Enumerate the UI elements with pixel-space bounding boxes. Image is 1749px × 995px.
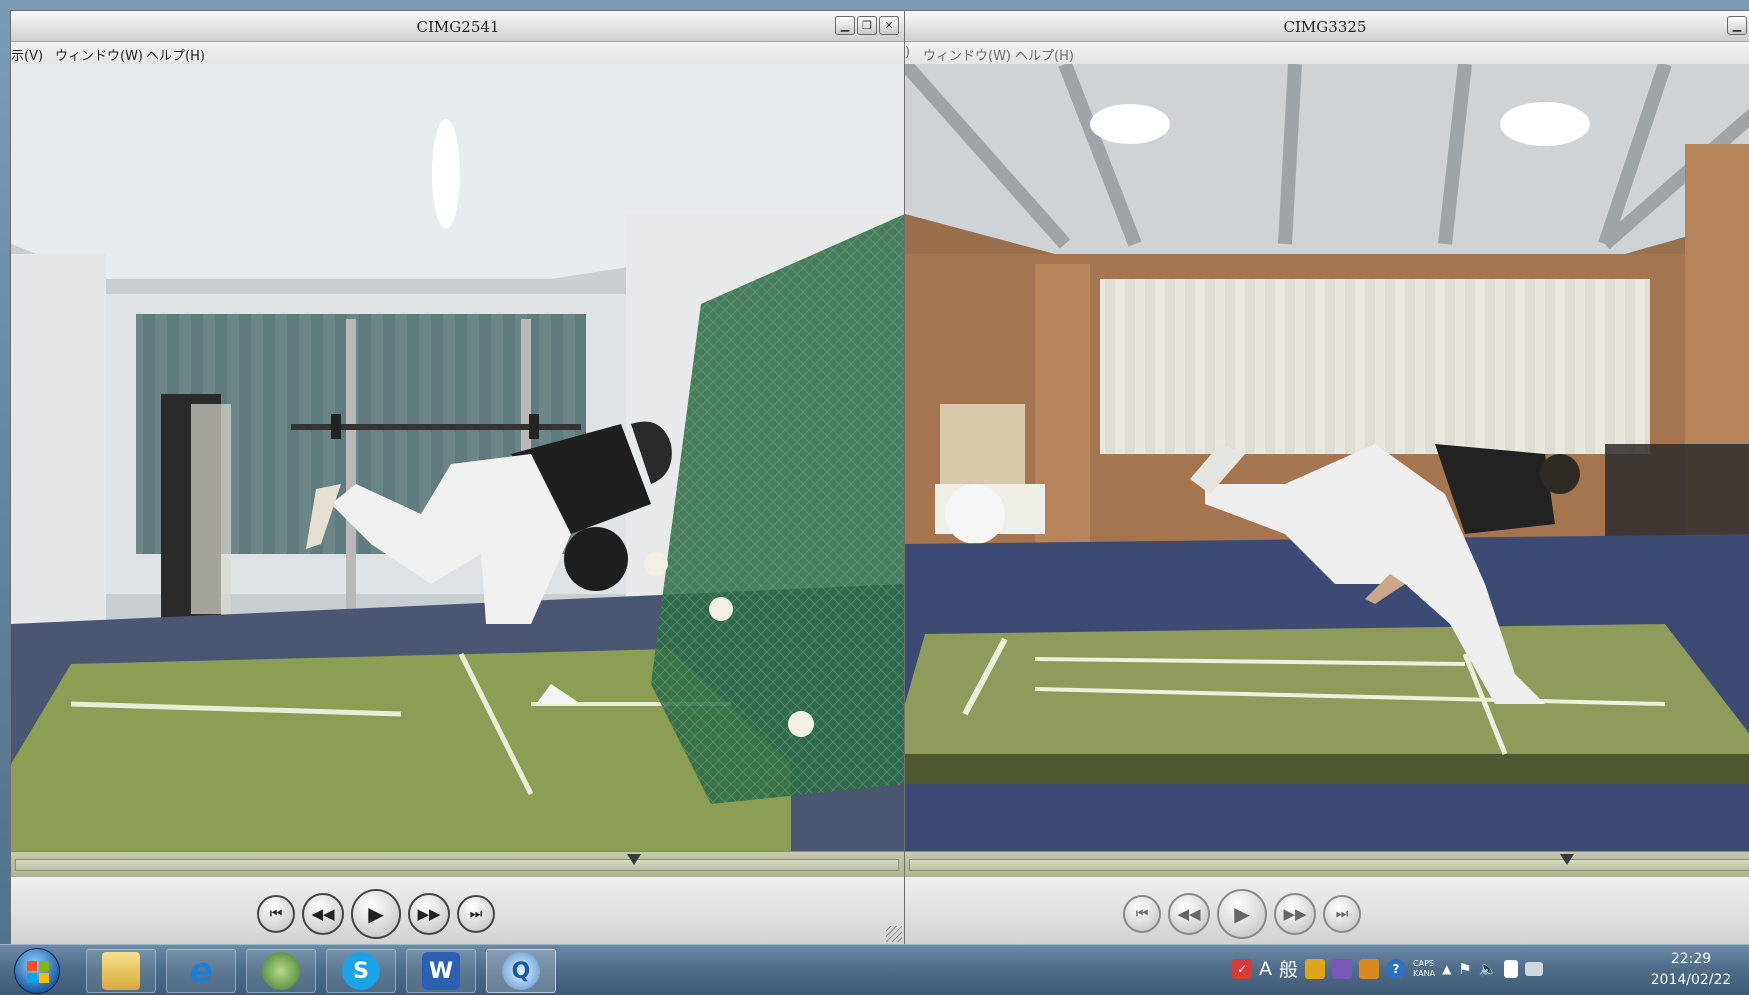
menu-window[interactable]: ウィンドウ(W) — [923, 45, 1011, 64]
menu-bar: 示(V) ウィンドウ(W) ヘルプ(H) — [11, 42, 905, 65]
window-buttons: ▁ ❐ ✕ — [835, 16, 899, 35]
caps-kana-indicator: CAPS KANA — [1413, 959, 1435, 979]
playhead-marker[interactable] — [626, 854, 641, 865]
play-button[interactable]: ▶ — [1217, 889, 1267, 939]
menu-view[interactable]: 示(V) — [11, 45, 43, 64]
action-center-flag-icon[interactable]: ⚑ — [1458, 960, 1471, 978]
rewind-button[interactable]: ◀◀ — [1168, 893, 1210, 935]
volume-icon[interactable]: 🔈 — [1479, 960, 1498, 978]
menu-view[interactable]: ) — [905, 45, 910, 60]
control-buttons: ⏮ ◀◀ ▶ ▶▶ ⏭ — [1123, 889, 1361, 939]
minimize-button[interactable]: ▁ — [1727, 16, 1747, 35]
close-button[interactable]: ✕ — [879, 16, 899, 35]
taskbar: e S W Q ✓ A 般 ? CAPS KANA ▲ ⚑ 🔈 22:29 20… — [0, 944, 1749, 995]
fast-forward-button[interactable]: ▶▶ — [1274, 893, 1316, 935]
ie-logo-icon: e — [189, 951, 213, 991]
play-button[interactable]: ▶ — [351, 889, 401, 939]
media-app-logo-icon — [262, 952, 300, 990]
system-clock[interactable]: 22:29 2014/02/22 — [1645, 949, 1737, 991]
video-frame[interactable] — [11, 64, 905, 851]
title-bar[interactable]: CIMG3325 ▁ ❐ ✕ — [905, 11, 1749, 42]
maximize-button[interactable]: ❐ — [857, 16, 877, 35]
fast-forward-button[interactable]: ▶▶ — [408, 893, 450, 935]
video-scene-gym — [11, 64, 905, 851]
skip-to-start-button[interactable]: ⏮ — [257, 895, 295, 933]
word-logo-icon: W — [422, 952, 460, 990]
windows-logo-icon — [27, 961, 49, 983]
timeline[interactable] — [905, 851, 1749, 879]
timeline-track[interactable] — [909, 859, 1749, 871]
help-icon[interactable]: ? — [1386, 958, 1407, 979]
ime-tool-icon[interactable] — [1359, 958, 1380, 979]
show-hidden-icons-chevron-icon[interactable]: ▲ — [1442, 962, 1451, 976]
skype-icon[interactable]: S — [326, 949, 396, 993]
skype-logo-icon: S — [342, 952, 380, 990]
rewind-button[interactable]: ◀◀ — [302, 893, 344, 935]
playback-controls: ⏮ ◀◀ ▶ ▶▶ ⏭ — [905, 877, 1749, 945]
window-buttons: ▁ ❐ ✕ — [1727, 16, 1749, 35]
folder-icon — [102, 952, 140, 990]
ime-kanji-indicator[interactable]: 般 — [1279, 955, 1298, 982]
timeline[interactable] — [11, 851, 905, 879]
system-tray: ✓ A 般 ? CAPS KANA ▲ ⚑ 🔈 — [1232, 955, 1544, 982]
security-icon[interactable]: ✓ — [1232, 958, 1252, 979]
file-explorer-icon[interactable] — [86, 949, 156, 993]
skip-to-end-button[interactable]: ⏭ — [1323, 895, 1361, 933]
player-window-left[interactable]: CIMG2541 ▁ ❐ ✕ 示(V) ウィンドウ(W) ヘルプ(H) ⏮ ◀◀… — [10, 10, 906, 946]
window-title: CIMG3325 — [1283, 18, 1367, 36]
resize-grip[interactable] — [886, 926, 902, 942]
playback-controls: ⏮ ◀◀ ▶ ▶▶ ⏭ — [11, 877, 905, 945]
kana-label: KANA — [1413, 968, 1436, 978]
ime-mode-indicator[interactable]: A — [1259, 958, 1272, 980]
playhead-marker[interactable] — [1560, 854, 1575, 865]
ime-pad-icon[interactable] — [1305, 958, 1326, 979]
skip-to-start-button[interactable]: ⏮ — [1123, 895, 1161, 933]
title-bar[interactable]: CIMG2541 ▁ ❐ ✕ — [11, 11, 905, 42]
minimize-button[interactable]: ▁ — [835, 16, 855, 35]
ime-dictionary-icon[interactable] — [1332, 958, 1353, 979]
clock-date: 2014/02/22 — [1650, 972, 1732, 988]
player-window-right[interactable]: CIMG3325 ▁ ❐ ✕ ) ウィンドウ(W) ヘルプ(H) — [904, 10, 1749, 946]
menu-bar: ) ウィンドウ(W) ヘルプ(H) — [905, 42, 1749, 65]
windows-start-icon[interactable] — [14, 948, 60, 994]
video-scene-training-room — [905, 64, 1749, 851]
control-buttons: ⏮ ◀◀ ▶ ▶▶ ⏭ — [257, 889, 495, 939]
media-app-icon[interactable] — [246, 949, 316, 993]
video-frame[interactable] — [905, 64, 1749, 851]
window-title: CIMG2541 — [416, 18, 500, 36]
menu-window[interactable]: ウィンドウ(W) — [55, 45, 143, 64]
menu-help[interactable]: ヘルプ(H) — [1015, 45, 1074, 64]
quicktime-logo-icon: Q — [502, 952, 540, 990]
skip-to-end-button[interactable]: ⏭ — [457, 895, 495, 933]
quicktime-icon[interactable]: Q — [486, 949, 556, 993]
caps-label: CAPS — [1413, 958, 1434, 968]
network-icon[interactable] — [1525, 961, 1544, 976]
clock-time: 22:29 — [1670, 951, 1712, 967]
timeline-track[interactable] — [15, 859, 899, 871]
internet-explorer-icon[interactable]: e — [166, 949, 236, 993]
menu-help[interactable]: ヘルプ(H) — [146, 45, 205, 64]
word-icon[interactable]: W — [406, 949, 476, 993]
power-icon[interactable] — [1504, 959, 1519, 978]
